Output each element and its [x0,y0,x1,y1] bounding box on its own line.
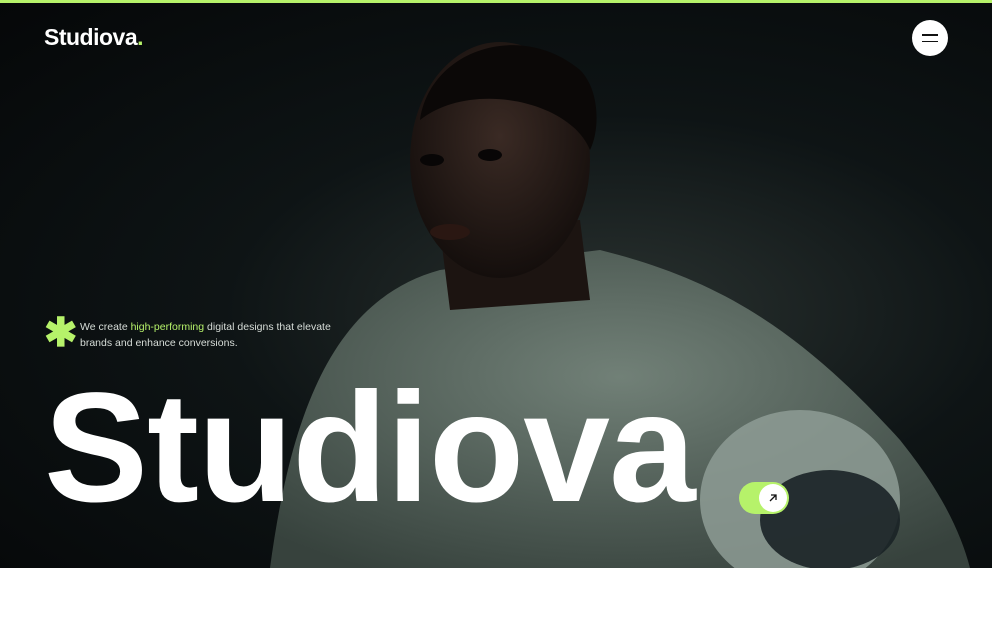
logo[interactable]: Studiova. [44,24,144,51]
hero-tagline-block: ✱ We create high-performing digital desi… [44,311,334,355]
menu-button[interactable] [912,20,948,56]
hamburger-icon [922,34,938,36]
tagline-start: We create [80,321,131,333]
cta-toggle-button[interactable] [739,482,789,514]
arrow-up-right-icon [759,484,787,512]
hamburger-icon-line [922,40,938,42]
asterisk-icon: ✱ [44,311,78,355]
hero-title: Studiova [44,361,696,535]
hero-section: Studiova. ✱ We create high-performing di… [0,0,992,568]
logo-dot: . [137,24,144,50]
logo-text: Studiova [44,24,138,50]
tagline-highlight: high-performing [130,321,205,333]
hero-tagline: We create high-performing digital design… [80,319,334,351]
